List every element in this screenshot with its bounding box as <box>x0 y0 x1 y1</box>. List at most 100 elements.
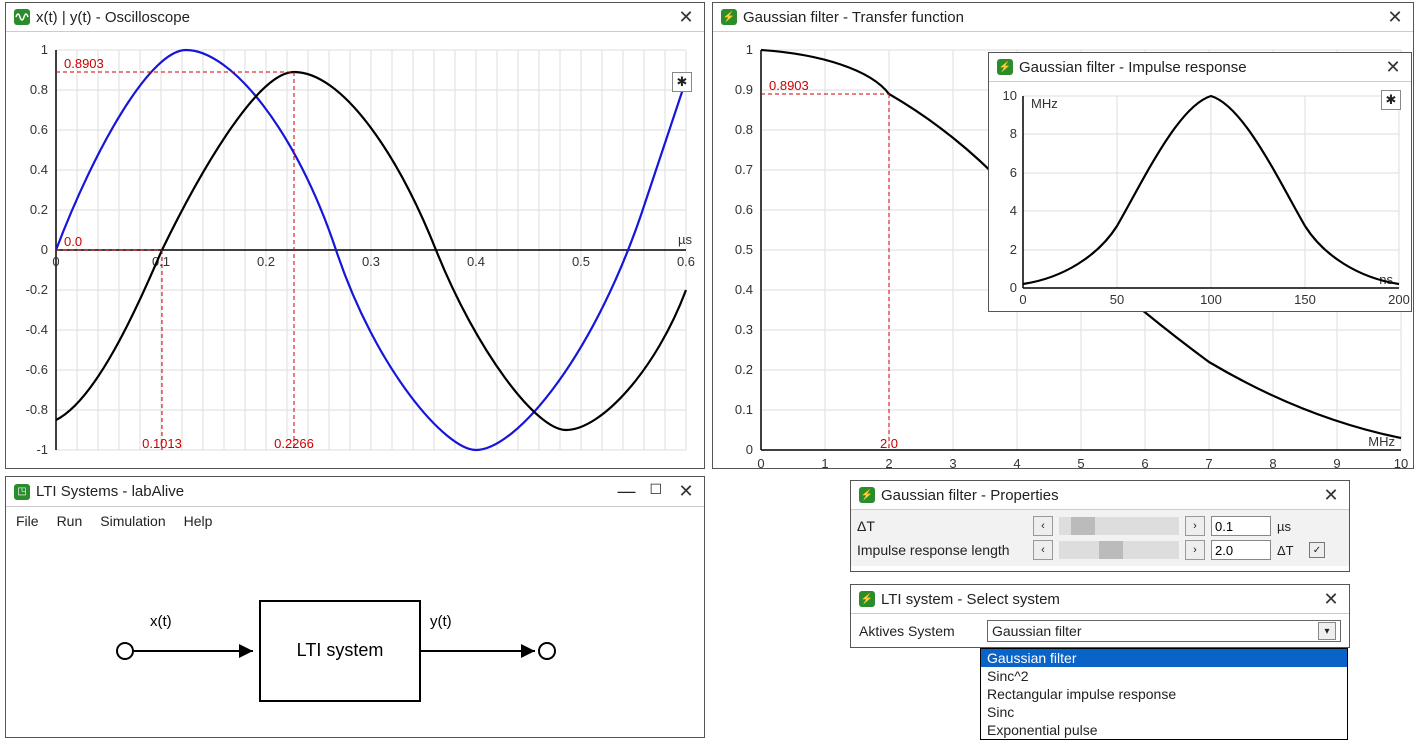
bolt-icon: ⚡ <box>721 9 737 25</box>
svg-text:0.2: 0.2 <box>257 254 275 269</box>
decrement-button[interactable]: ‹ <box>1033 540 1053 560</box>
close-icon[interactable]: ✕ <box>1383 57 1403 77</box>
svg-text:2: 2 <box>1010 242 1017 257</box>
select-body: Aktives System Gaussian filter ▾ <box>851 614 1349 648</box>
slider[interactable] <box>1059 517 1179 535</box>
svg-text:150: 150 <box>1294 292 1316 307</box>
svg-text:-1: -1 <box>36 442 48 457</box>
svg-text:-0.8: -0.8 <box>26 402 48 417</box>
transfer-title: Gaussian filter - Transfer function <box>743 9 1379 26</box>
svg-text:x(t): x(t) <box>150 613 172 630</box>
svg-text:0.8: 0.8 <box>735 122 753 137</box>
properties-window: ⚡ Gaussian filter - Properties ✕ ΔT ‹ › … <box>850 480 1350 572</box>
system-dropdown[interactable]: Gaussian filter Sinc^2 Rectangular impul… <box>980 648 1348 740</box>
prop-unit: ΔT <box>1277 543 1303 558</box>
svg-text:0.6: 0.6 <box>677 254 695 269</box>
svg-text:0.8: 0.8 <box>30 82 48 97</box>
close-icon[interactable]: ✕ <box>1321 485 1341 505</box>
menu-help[interactable]: Help <box>184 513 213 529</box>
prop-unit: µs <box>1277 519 1303 534</box>
maximize-icon[interactable]: ☐ <box>649 481 662 502</box>
svg-text:8: 8 <box>1010 126 1017 141</box>
oscilloscope-plot[interactable]: 1 0.8 0.6 0.4 0.2 0 -0.2 -0.4 -0.6 -0.8 … <box>6 32 704 468</box>
prop-row-length: Impulse response length ‹ › ΔT ✓ <box>857 538 1343 562</box>
svg-text:MHz: MHz <box>1031 96 1058 111</box>
svg-text:-0.2: -0.2 <box>26 282 48 297</box>
svg-text:0: 0 <box>757 456 764 468</box>
svg-text:2: 2 <box>885 456 892 468</box>
svg-text:0.3: 0.3 <box>362 254 380 269</box>
svg-text:0.0: 0.0 <box>64 234 82 249</box>
svg-text:0.7: 0.7 <box>735 162 753 177</box>
lti-title: LTI Systems - labAlive <box>36 483 611 500</box>
prop-label: Impulse response length <box>857 542 1027 558</box>
block-diagram: x(t) LTI system y(t) <box>6 535 704 737</box>
menu-run[interactable]: Run <box>57 513 83 529</box>
close-icon[interactable]: ✕ <box>1321 589 1341 609</box>
window-controls: — ☐ ✕ <box>617 481 696 502</box>
svg-text:5: 5 <box>1077 456 1084 468</box>
svg-text:2.0: 2.0 <box>880 436 898 451</box>
checkbox[interactable]: ✓ <box>1309 542 1325 558</box>
svg-text:0: 0 <box>746 442 753 457</box>
close-icon[interactable]: ✕ <box>676 7 696 27</box>
menu-simulation[interactable]: Simulation <box>100 513 165 529</box>
svg-text:4: 4 <box>1013 456 1020 468</box>
close-icon[interactable]: ✕ <box>1385 7 1405 27</box>
prop-value-input[interactable] <box>1211 540 1271 560</box>
gear-icon[interactable]: ✱ <box>1381 90 1401 110</box>
svg-text:6: 6 <box>1010 165 1017 180</box>
chevron-down-icon[interactable]: ▾ <box>1318 622 1336 640</box>
impulse-window: ⚡ Gaussian filter - Impulse response ✕ <box>988 52 1412 312</box>
svg-text:6: 6 <box>1141 456 1148 468</box>
dropdown-option[interactable]: Gaussian filter <box>981 649 1347 667</box>
svg-text:0: 0 <box>52 254 59 269</box>
transfer-titlebar: ⚡ Gaussian filter - Transfer function ✕ <box>713 3 1413 32</box>
system-combobox[interactable]: Gaussian filter ▾ <box>987 620 1341 642</box>
svg-text:-0.6: -0.6 <box>26 362 48 377</box>
dropdown-option[interactable]: Rectangular impulse response <box>981 685 1347 703</box>
svg-text:µs: µs <box>678 232 692 247</box>
svg-text:0.1013: 0.1013 <box>142 436 182 451</box>
svg-text:7: 7 <box>1205 456 1212 468</box>
select-title: LTI system - Select system <box>881 591 1315 608</box>
increment-button[interactable]: › <box>1185 516 1205 536</box>
prop-value-input[interactable] <box>1211 516 1271 536</box>
svg-text:200: 200 <box>1388 292 1410 307</box>
svg-text:0: 0 <box>41 242 48 257</box>
oscilloscope-title: x(t) | y(t) - Oscilloscope <box>36 9 670 26</box>
prop-row-dt: ΔT ‹ › µs <box>857 514 1343 538</box>
wave-icon <box>14 9 30 25</box>
impulse-titlebar: ⚡ Gaussian filter - Impulse response ✕ <box>989 53 1411 82</box>
svg-text:0.8903: 0.8903 <box>769 78 809 93</box>
svg-text:0.6: 0.6 <box>30 122 48 137</box>
svg-text:0.3: 0.3 <box>735 322 753 337</box>
app-icon: ◳ <box>14 484 30 500</box>
dropdown-option[interactable]: Exponential pulse <box>981 721 1347 739</box>
minimize-icon[interactable]: — <box>617 481 635 502</box>
svg-text:4: 4 <box>1010 203 1017 218</box>
impulse-plot[interactable]: 10 8 6 4 2 0 0 50 100 150 200 MHz ns ✱ <box>989 82 1411 311</box>
svg-text:0.2266: 0.2266 <box>274 436 314 451</box>
svg-text:0: 0 <box>1019 292 1026 307</box>
svg-text:0.1: 0.1 <box>735 402 753 417</box>
dropdown-option[interactable]: Sinc^2 <box>981 667 1347 685</box>
select-field-label: Aktives System <box>859 623 977 639</box>
oscilloscope-window: x(t) | y(t) - Oscilloscope ✕ <box>5 2 705 469</box>
slider[interactable] <box>1059 541 1179 559</box>
properties-titlebar: ⚡ Gaussian filter - Properties ✕ <box>851 481 1349 510</box>
bolt-icon: ⚡ <box>859 487 875 503</box>
menu-file[interactable]: File <box>16 513 39 529</box>
svg-text:1: 1 <box>821 456 828 468</box>
svg-text:y(t): y(t) <box>430 613 452 630</box>
svg-text:10: 10 <box>1003 88 1017 103</box>
close-icon[interactable]: ✕ <box>676 481 696 501</box>
select-window: ⚡ LTI system - Select system ✕ Aktives S… <box>850 584 1350 648</box>
dropdown-option[interactable]: Sinc <box>981 703 1347 721</box>
svg-text:0.5: 0.5 <box>572 254 590 269</box>
bolt-icon: ⚡ <box>859 591 875 607</box>
impulse-title: Gaussian filter - Impulse response <box>1019 59 1377 76</box>
gear-icon[interactable]: ✱ <box>672 72 692 92</box>
increment-button[interactable]: › <box>1185 540 1205 560</box>
decrement-button[interactable]: ‹ <box>1033 516 1053 536</box>
